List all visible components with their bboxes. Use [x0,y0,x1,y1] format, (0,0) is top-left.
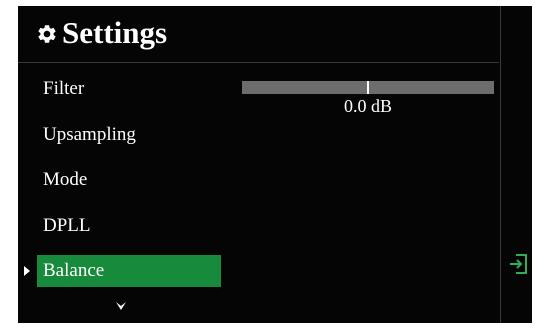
menu-item[interactable]: Balance [37,255,221,287]
menu-item[interactable]: DPLL [37,210,221,242]
header: Settings [18,6,499,63]
gear-icon [38,25,56,43]
side-panel [500,6,532,323]
balance-slider-thumb[interactable] [367,81,369,94]
exit-icon[interactable] [509,254,527,274]
balance-slider[interactable] [242,81,494,94]
menu-item[interactable]: Upsampling [37,119,221,151]
menu-item[interactable]: Filter [37,73,221,105]
main-panel: Settings 0.0 dB Filter Upsampling Mode DPLL… [18,6,499,323]
chevron-down-icon[interactable] [116,302,126,310]
balance-value: 0.0 dB [343,96,392,116]
device-screen: Settings 0.0 dB Filter Upsampling Mode DPLL… [18,6,532,323]
selection-pointer-icon [24,266,30,276]
menu-item[interactable]: Mode [37,164,221,196]
page-title: Settings [62,15,168,50]
